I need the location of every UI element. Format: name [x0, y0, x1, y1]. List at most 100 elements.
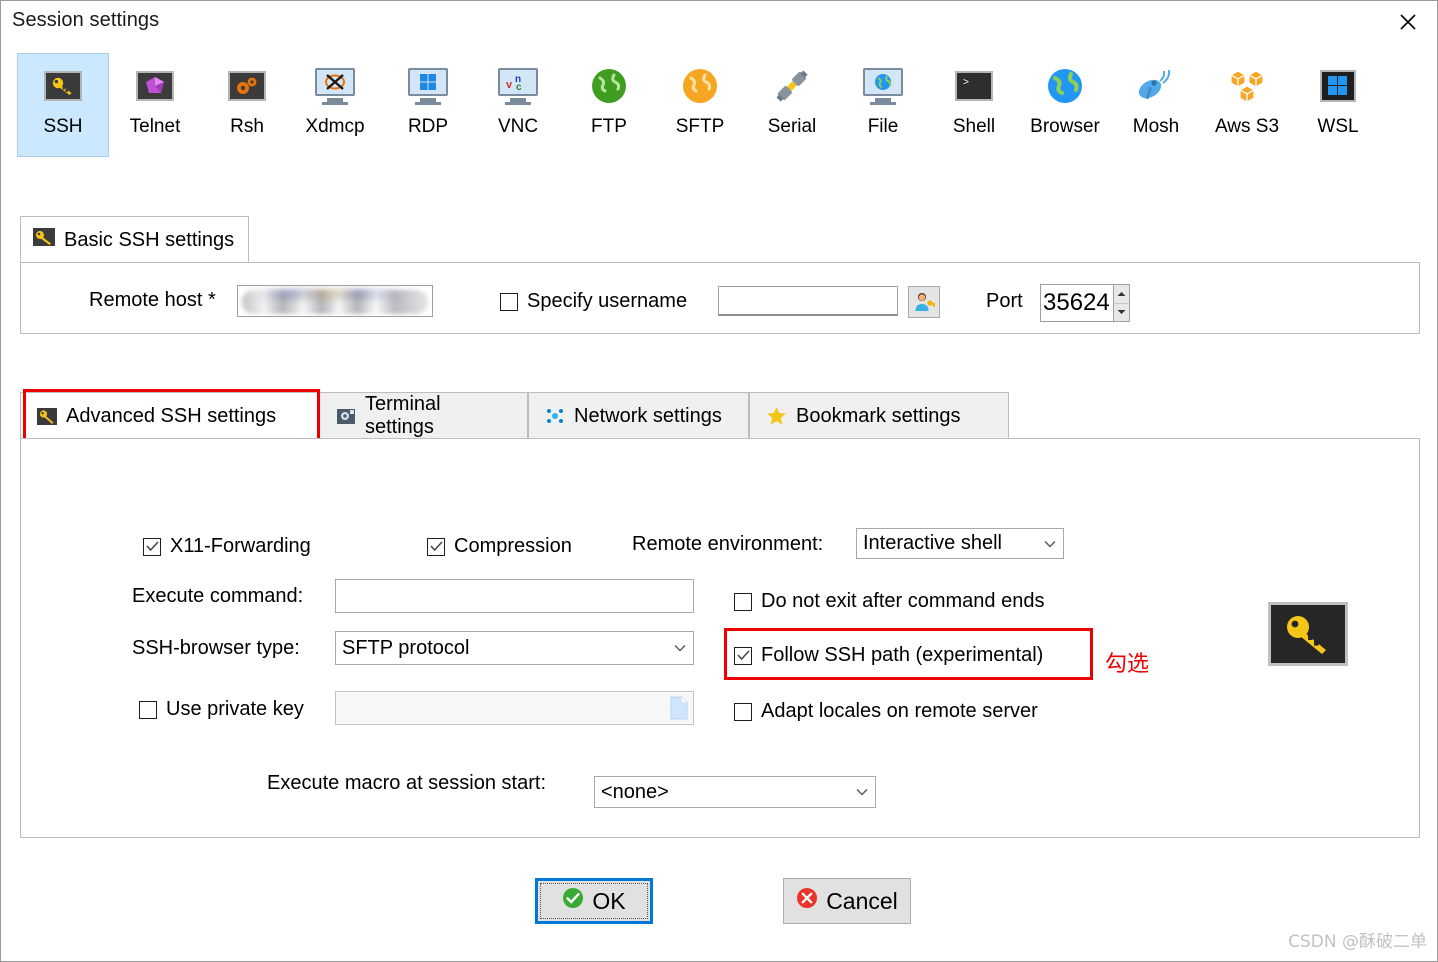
protocol-label: VNC — [497, 116, 539, 137]
adapt-locales-label: Adapt locales on remote server — [761, 700, 1038, 722]
protocol-rsh[interactable]: Rsh — [201, 53, 293, 157]
protocol-label: SFTP — [675, 116, 725, 137]
protocol-label: Serial — [767, 116, 817, 137]
specify-username-checkbox[interactable]: Specify username — [500, 290, 687, 313]
aws-s3-cubes-icon — [1225, 64, 1269, 108]
svg-text:c: c — [516, 82, 522, 92]
protocol-telnet[interactable]: Telnet — [109, 53, 201, 157]
remote-host-input[interactable] — [237, 285, 433, 317]
rsh-gears-icon — [225, 64, 269, 108]
port-label: Port — [986, 290, 1023, 312]
protocol-wsl[interactable]: WSL — [1292, 53, 1384, 157]
execute-macro-select[interactable]: <none> — [594, 776, 876, 808]
svg-text:v: v — [506, 79, 513, 91]
checkbox-box[interactable] — [734, 702, 752, 721]
checkbox-box[interactable] — [734, 646, 752, 665]
use-private-key-checkbox[interactable]: Use private key — [139, 698, 304, 721]
cancel-button[interactable]: Cancel — [783, 878, 911, 924]
protocol-label: SSH — [43, 116, 83, 137]
shell-prompt-icon: > — [952, 64, 996, 108]
chevron-down-icon[interactable] — [667, 644, 693, 652]
execute-command-input[interactable] — [335, 579, 694, 613]
session-settings-dialog: Session settings SSH Telnet Rsh Xdmcp RD… — [0, 0, 1438, 962]
execute-macro-value: <none> — [601, 780, 669, 803]
protocol-label: FTP — [591, 116, 627, 137]
port-spinner-arrows[interactable] — [1113, 285, 1129, 321]
protocol-label: Rsh — [230, 116, 264, 137]
protocol-browser[interactable]: Browser — [1019, 53, 1111, 157]
protocol-label: WSL — [1317, 116, 1359, 137]
ssh-key-icon — [1268, 602, 1348, 666]
file-monitor-icon — [861, 64, 905, 108]
ssh-browser-type-select[interactable]: SFTP protocol — [335, 631, 694, 665]
specify-username-label: Specify username — [527, 290, 688, 312]
protocol-shell[interactable]: > Shell — [928, 53, 1020, 157]
follow-ssh-path-checkbox[interactable]: Follow SSH path (experimental) — [734, 644, 1043, 667]
checkbox-box[interactable] — [139, 700, 157, 719]
protocol-ssh[interactable]: SSH — [17, 53, 109, 157]
tab-terminal-settings[interactable]: Terminal settings — [319, 392, 528, 439]
adapt-locales-checkbox[interactable]: Adapt locales on remote server — [734, 700, 1038, 723]
chevron-down-icon[interactable] — [1037, 540, 1063, 548]
checkbox-box[interactable] — [734, 592, 752, 611]
ok-button[interactable]: OK — [535, 878, 653, 924]
protocol-serial[interactable]: Serial — [746, 53, 838, 157]
protocol-ftp[interactable]: FTP — [563, 53, 655, 157]
protocol-aws-s3[interactable]: Aws S3 — [1201, 53, 1293, 157]
terminal-gear-icon — [336, 408, 356, 425]
protocol-file[interactable]: File — [837, 53, 929, 157]
follow-ssh-path-label: Follow SSH path (experimental) — [761, 644, 1044, 666]
remote-environment-label: Remote environment: — [632, 533, 824, 555]
telnet-gem-icon — [133, 64, 177, 108]
advanced-tabstrip: Advanced SSH settings Terminal settings — [20, 392, 1420, 439]
remote-environment-value: Interactive shell — [863, 532, 1002, 554]
checkbox-box[interactable] — [427, 537, 445, 556]
protocol-label: Xdmcp — [305, 116, 365, 137]
basic-settings-tabstrip: Basic SSH settings — [20, 216, 1420, 263]
ssh-key-icon — [33, 228, 55, 252]
chevron-down-icon[interactable] — [1113, 303, 1129, 321]
tab-label: Terminal settings — [365, 393, 441, 438]
compression-checkbox[interactable]: Compression — [427, 535, 572, 558]
port-stepper[interactable] — [1040, 284, 1130, 322]
ssh-browser-type-value: SFTP protocol — [342, 636, 470, 659]
ssh-key-icon — [41, 64, 85, 108]
port-input[interactable] — [1041, 285, 1113, 321]
sftp-globe-icon — [678, 64, 722, 108]
protocol-label: Browser — [1030, 116, 1100, 137]
protocol-label: Mosh — [1132, 116, 1180, 137]
tab-advanced-ssh-settings[interactable]: Advanced SSH settings — [20, 392, 319, 439]
protocol-vnc[interactable]: v n c VNC — [472, 53, 564, 157]
x11-forwarding-checkbox[interactable]: X11-Forwarding — [143, 535, 311, 558]
chevron-up-icon[interactable] — [1113, 285, 1129, 304]
tab-bookmark-settings[interactable]: Bookmark settings — [749, 392, 1009, 439]
mosh-dish-icon — [1134, 64, 1178, 108]
tab-label: Network settings — [574, 404, 722, 427]
protocol-xdmcp[interactable]: Xdmcp — [289, 53, 381, 157]
window-title: Session settings — [12, 9, 160, 31]
checkbox-box[interactable] — [143, 537, 161, 556]
tab-label: Basic SSH settings — [64, 228, 235, 251]
star-icon — [766, 406, 787, 426]
username-input[interactable] — [718, 286, 898, 316]
cancel-label: Cancel — [826, 887, 898, 914]
watermark: CSDN @酥破二单 — [1288, 932, 1427, 952]
chevron-down-icon[interactable] — [849, 788, 875, 796]
do-not-exit-checkbox[interactable]: Do not exit after command ends — [734, 590, 1044, 613]
protocol-sftp[interactable]: SFTP — [654, 53, 746, 157]
remote-environment-select[interactable]: Interactive shell — [856, 528, 1064, 559]
private-key-input[interactable] — [335, 691, 694, 725]
protocol-mosh[interactable]: Mosh — [1110, 53, 1202, 157]
xdmcp-monitor-icon — [313, 64, 357, 108]
close-icon[interactable] — [1379, 1, 1437, 43]
file-browse-icon[interactable] — [670, 696, 688, 725]
user-key-icon[interactable] — [908, 286, 940, 318]
checkbox-box[interactable] — [500, 292, 518, 311]
vnc-monitor-icon: v n c — [496, 64, 540, 108]
tab-network-settings[interactable]: Network settings — [528, 392, 749, 439]
serial-plug-icon — [770, 64, 814, 108]
protocol-label: RDP — [407, 116, 449, 137]
protocol-rdp[interactable]: RDP — [382, 53, 474, 157]
network-dots-icon — [545, 407, 565, 425]
tab-basic-ssh-settings[interactable]: Basic SSH settings — [20, 216, 250, 263]
